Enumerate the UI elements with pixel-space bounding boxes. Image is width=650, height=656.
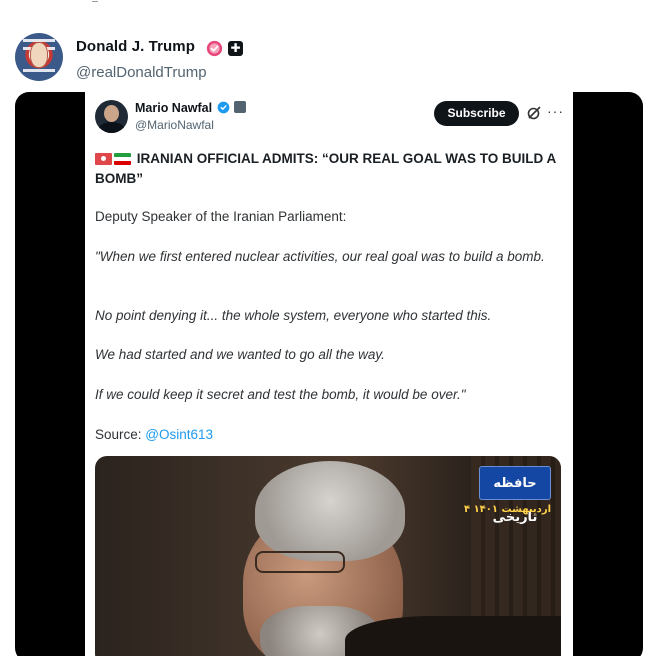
iran-flag-icon (114, 153, 131, 165)
quoted-quote-4: If we could keep it secret and test the … (95, 387, 466, 402)
quoted-headline: IRANIAN OFFICIAL ADMITS: “OUR REAL GOAL … (95, 149, 565, 189)
quoted-verified-badge-icon (217, 101, 230, 114)
post-header: Donald J. Trump ✚ @realDonaldTrump (15, 32, 635, 84)
more-icon: ··· (547, 103, 564, 119)
subscribe-button: Subscribe (434, 101, 519, 126)
quoted-source: Source: @Osint613 (95, 425, 565, 445)
flag-icon (95, 153, 112, 165)
quoted-tweet-screenshot: Mario Nawfal @MarioNawfal Subscribe ··· … (85, 92, 573, 656)
quoted-author-avatar (95, 100, 128, 133)
top-fragment (92, 0, 98, 2)
headline-text: IRANIAN OFFICIAL ADMITS: “OUR REAL GOAL … (95, 151, 556, 186)
quoted-author-handle: @MarioNawfal (135, 118, 214, 132)
quoted-quote-1: "When we first entered nuclear activitie… (95, 249, 545, 264)
source-label: Source: (95, 427, 142, 442)
grok-icon (527, 106, 541, 120)
channel-logo: حافظه تاریخی (479, 466, 551, 525)
quoted-intro: Deputy Speaker of the Iranian Parliament… (95, 209, 347, 224)
verified-badge-icon (206, 40, 223, 57)
quoted-author-name: Mario Nawfal (135, 101, 213, 115)
author-handle[interactable]: @realDonaldTrump (76, 64, 207, 81)
quoted-quote-3: We had started and we wanted to go all t… (95, 347, 385, 362)
post-media[interactable]: Mario Nawfal @MarioNawfal Subscribe ··· … (15, 92, 643, 656)
quoted-video-thumbnail: حافظه تاریخی ۴ اردیبهشت ۱۴۰۱ (95, 456, 561, 656)
author-display-name[interactable]: Donald J. Trump (76, 38, 195, 55)
quoted-quote-2: No point denying it... the whole system,… (95, 308, 492, 323)
government-badge-icon: ✚ (228, 41, 243, 56)
author-avatar[interactable] (15, 33, 63, 81)
quoted-affiliation-icon (234, 101, 246, 113)
source-link: @Osint613 (145, 427, 214, 442)
video-date: ۴ اردیبهشت ۱۴۰۱ (463, 504, 551, 515)
